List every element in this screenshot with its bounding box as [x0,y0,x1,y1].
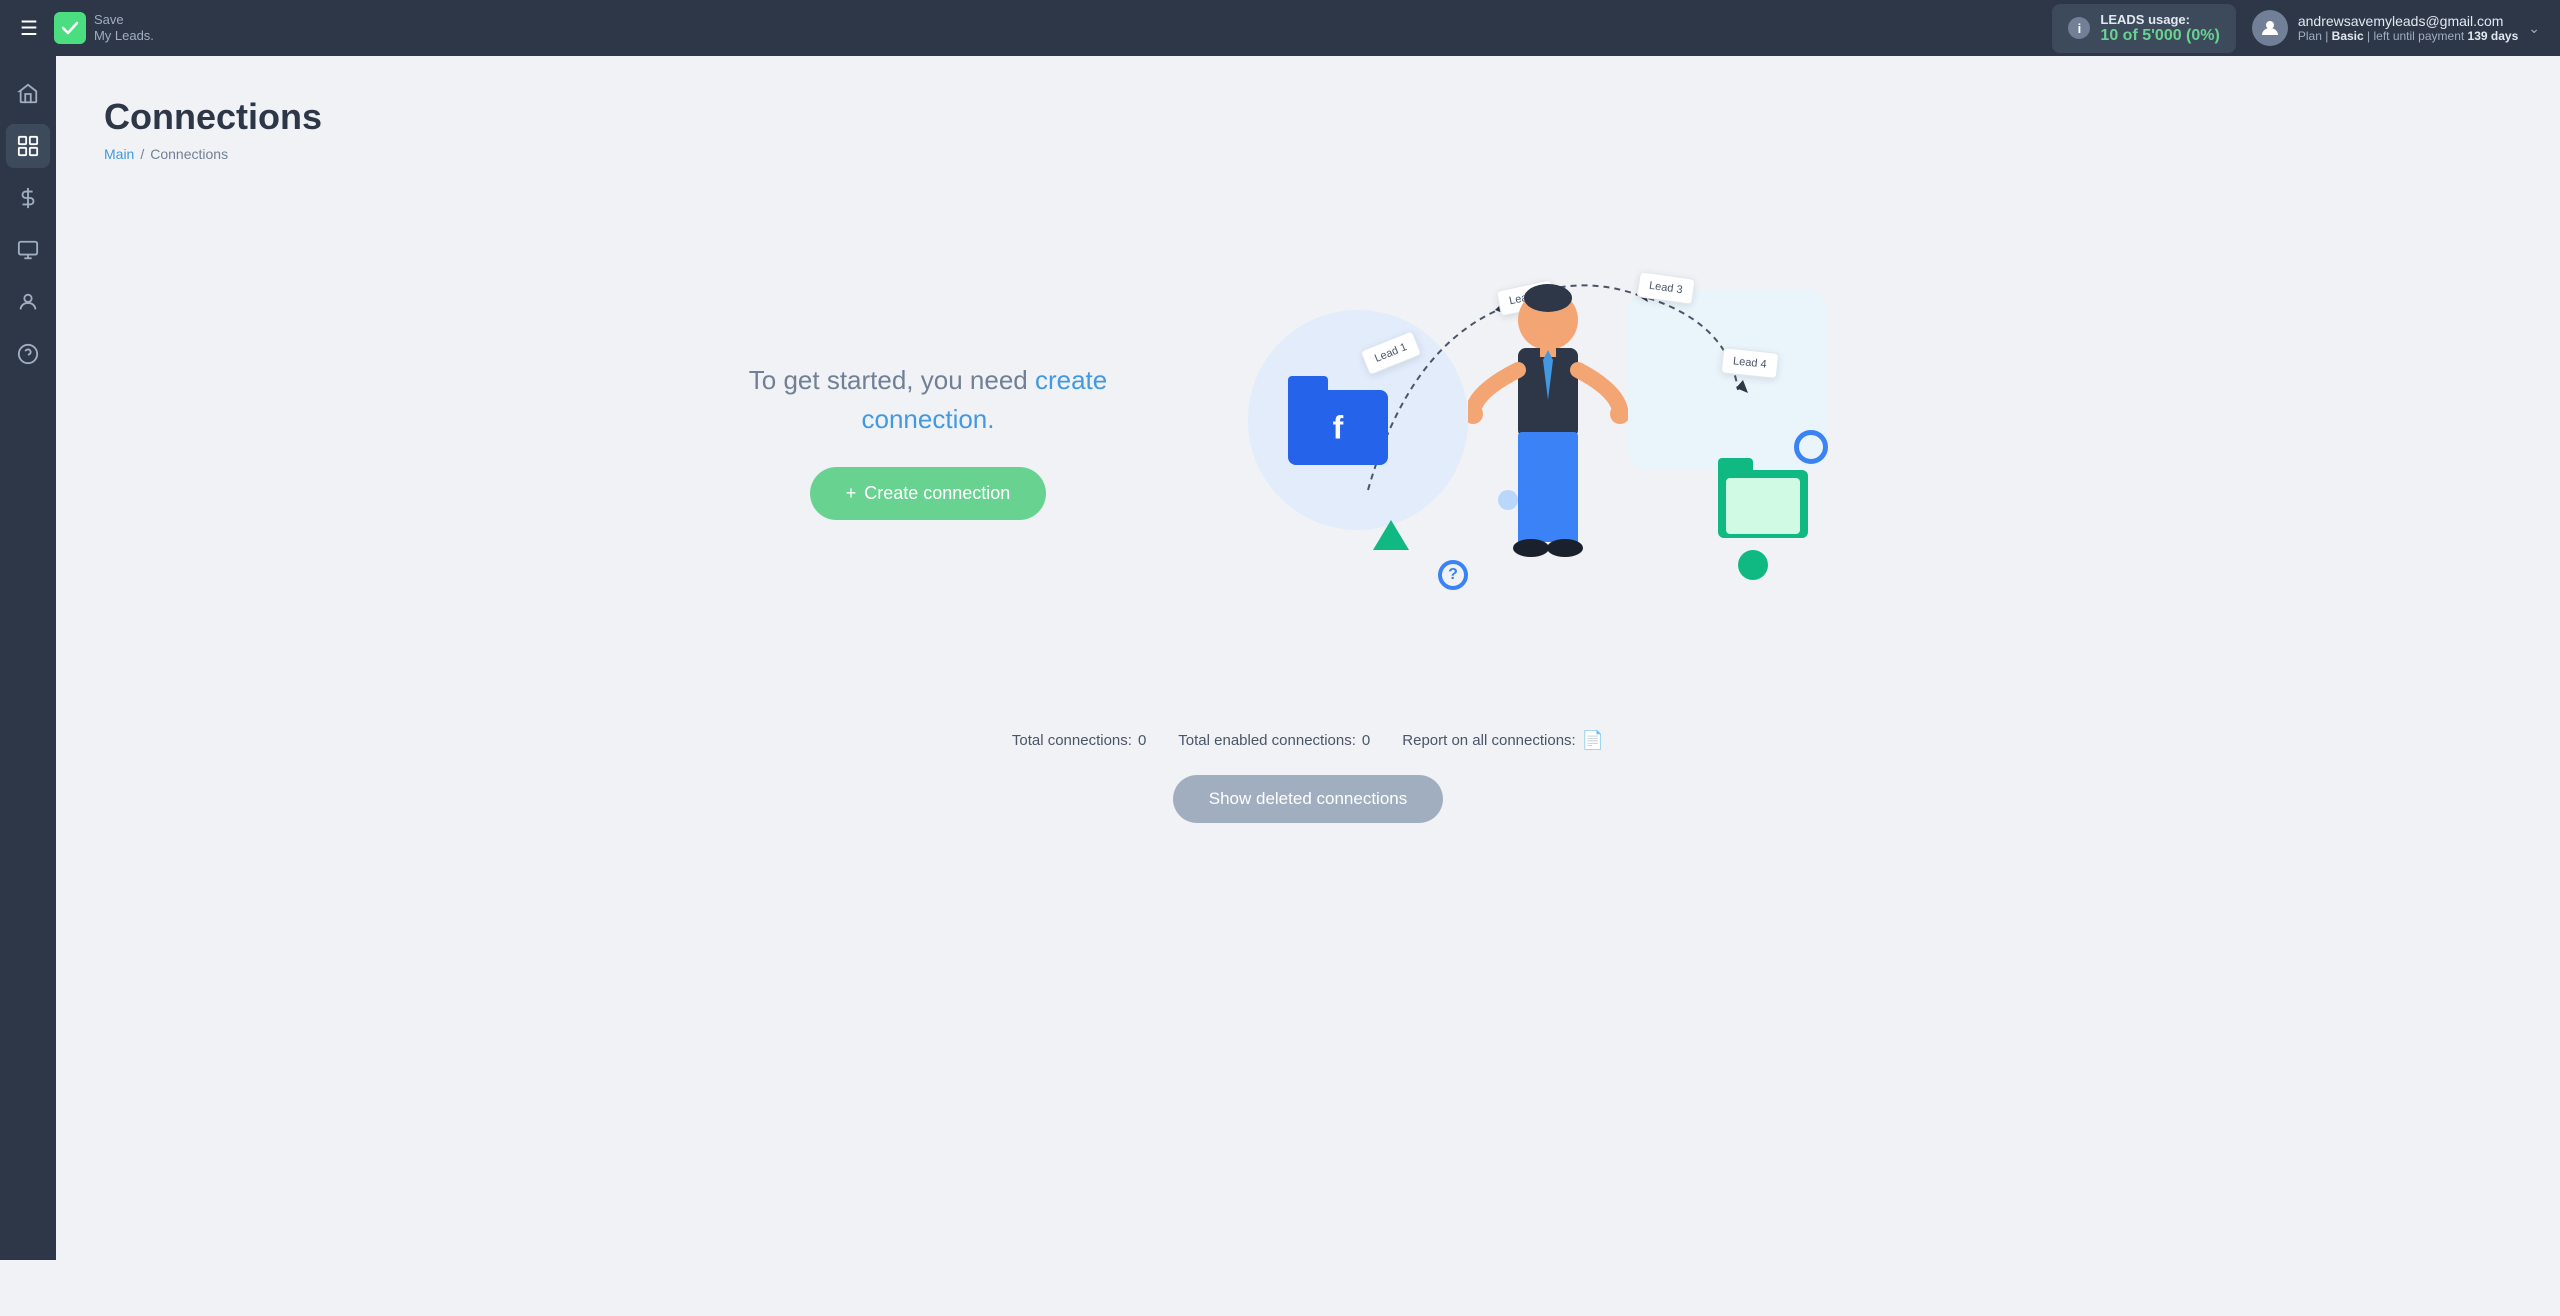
page-title: Connections [104,96,2512,138]
report-label: Report on all connections: [1402,732,1575,749]
green-circle-decoration [1738,550,1768,580]
sidebar-item-home[interactable] [6,72,50,116]
logo-icon [54,12,86,44]
question-mark-decoration: ? [1438,560,1468,590]
menu-icon[interactable]: ☰ [20,16,38,41]
footer-stats: Total connections: 0 Total enabled conne… [104,730,2512,751]
header: ☰ Save My Leads. i LEADS usage: 10 of 5'… [0,0,2560,56]
total-enabled-label: Total enabled connections: [1178,732,1356,749]
show-deleted-button[interactable]: Show deleted connections [1173,775,1443,823]
main-content: Connections Main / Connections To get st… [56,56,2560,1260]
leads-usage-text: LEADS usage: 10 of 5'000 (0%) [2100,12,2219,45]
create-connection-button[interactable]: + Create connection [810,467,1047,520]
plus-icon: + [846,483,857,504]
illustration: Lead 1 Lead 2 Lead 3 Lead 4 f [1208,210,1888,670]
breadcrumb-separator: / [140,146,144,162]
user-menu[interactable]: andrewsavemyleads@gmail.com Plan | Basic… [2252,10,2540,46]
sidebar [0,56,56,1260]
breadcrumb-current: Connections [150,146,228,162]
logo-text: Save My Leads. [94,12,154,43]
user-info: andrewsavemyleads@gmail.com Plan | Basic… [2298,13,2518,43]
total-enabled-stat: Total enabled connections: 0 [1178,732,1370,749]
hero-section: To get started, you need create connecti… [104,210,2512,670]
breadcrumb: Main / Connections [104,146,2512,162]
character [1468,270,1628,610]
user-plan: Plan | Basic | left until payment 139 da… [2298,29,2518,43]
blue-ring-decoration [1794,430,1828,464]
breadcrumb-main[interactable]: Main [104,146,134,162]
leads-usage-widget: i LEADS usage: 10 of 5'000 (0%) [2052,4,2235,53]
info-icon: i [2068,17,2090,39]
small-circle-decoration [1498,490,1518,510]
show-deleted-section: Show deleted connections [104,775,2512,823]
sidebar-item-profile[interactable] [6,280,50,324]
hero-text: To get started, you need create connecti… [728,361,1128,439]
user-avatar [2252,10,2288,46]
total-connections-stat: Total connections: 0 [1012,732,1146,749]
sidebar-item-connections[interactable] [6,124,50,168]
green-folder [1718,470,1808,550]
total-connections-label: Total connections: [1012,732,1132,749]
sidebar-item-settings[interactable] [6,228,50,272]
chevron-down-icon: ⌄ [2528,20,2540,37]
facebook-folder: f [1288,390,1388,480]
report-icon[interactable]: 📄 [1582,730,1604,751]
hero-left: To get started, you need create connecti… [728,361,1128,520]
sidebar-item-help[interactable] [6,332,50,376]
total-enabled-value: 0 [1362,732,1370,749]
sidebar-item-billing[interactable] [6,176,50,220]
triangle-decoration [1373,520,1409,550]
report-stat: Report on all connections: 📄 [1402,730,1604,751]
total-connections-value: 0 [1138,732,1146,749]
logo: Save My Leads. [54,12,154,44]
